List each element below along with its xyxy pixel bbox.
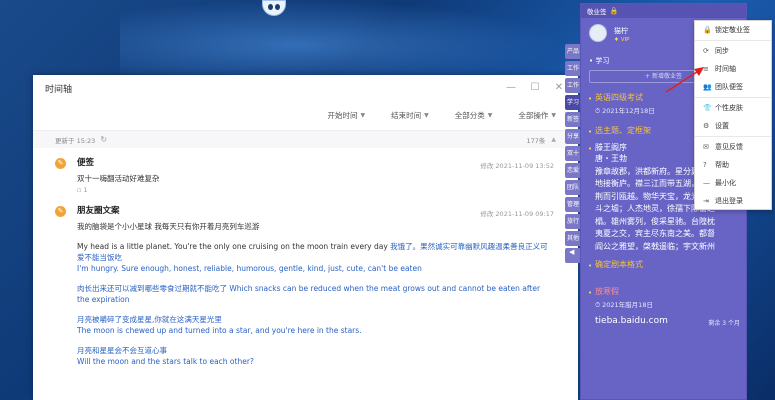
- category-tab[interactable]: 产品: [565, 44, 581, 59]
- note-body: 双十一嗨翻活动好难复杂: [77, 174, 160, 183]
- vip-badge: ♦ VIP: [614, 37, 630, 43]
- timeline-note[interactable]: ✎ 便签 修改 2021-11-09 13:52 双十一嗨翻活动好难复杂 ▫ 1: [33, 148, 578, 194]
- menu-divider: [695, 136, 771, 137]
- sticky-header[interactable]: 敬业签 🔒: [581, 4, 746, 18]
- timeline-filter-bar: 开始时间 ▼ 结束时间 ▼ 全部分类 ▼ 全部操作 ▼: [33, 101, 578, 131]
- avatar[interactable]: [589, 24, 607, 42]
- category-tabs: 产品 工作 工作 学习 新签 分享 双十 恋爱 团队 管理 旅行 其他 ◀: [565, 44, 581, 263]
- logout-icon: ⇥: [703, 197, 709, 205]
- mail-icon: ✉: [703, 143, 709, 151]
- category-tab[interactable]: 恋爱: [565, 163, 581, 178]
- shirt-icon: 👕: [703, 104, 712, 112]
- menu-item-logout[interactable]: ⇥ 退出登录: [695, 192, 771, 210]
- note-edit-icon: ✎: [55, 158, 66, 169]
- menu-item-lock[interactable]: 🔒 锁定敬业签: [695, 21, 771, 39]
- maximize-icon[interactable]: ☐: [528, 81, 542, 95]
- minimize-icon[interactable]: —: [504, 81, 518, 95]
- timeline-title: 时间轴: [45, 84, 73, 95]
- chevron-up-icon[interactable]: ▲: [551, 136, 556, 143]
- category-tab[interactable]: 工作: [565, 78, 581, 93]
- category-tab[interactable]: 工作: [565, 61, 581, 76]
- category-tab[interactable]: 其他: [565, 231, 581, 246]
- sticky-entry[interactable]: • 放寒假 ⏱ 2021年腊月18日: [581, 270, 746, 310]
- filter-end-time[interactable]: 结束时间 ▼: [391, 110, 429, 121]
- bullet-icon: •: [588, 262, 593, 270]
- poem-line: 阎公之雅望，棨戟遥临；宇文新州: [595, 241, 715, 251]
- menu-divider: [695, 40, 771, 41]
- app-name: 敬业签: [587, 8, 607, 16]
- note-edit-icon: ✎: [55, 206, 66, 217]
- username: 猫柠: [614, 27, 628, 35]
- filter-operation[interactable]: 全部操作 ▼: [518, 110, 556, 121]
- note-line: I'm hungry. Sure enough, honest, reliabl…: [77, 264, 422, 273]
- note-line: 月亮和星星会不会互道心事: [77, 346, 167, 355]
- menu-item-minimize[interactable]: — 最小化: [695, 174, 771, 192]
- category-tab[interactable]: 团队: [565, 180, 581, 195]
- bullet-icon: •: [588, 95, 593, 103]
- chevron-down-icon: ▼: [551, 112, 556, 119]
- sticky-menu: 🔒 锁定敬业签 ⟳ 同步 ≡ 时间轴 👥 团队便签 👕 个性皮肤 ⚙ 设置 ✉ 意见反馈 ? 帮…: [694, 20, 772, 210]
- bullet-icon: •: [588, 289, 593, 297]
- watermark: tieba.baidu.com: [595, 316, 668, 326]
- lock-icon[interactable]: 🔒: [610, 7, 619, 15]
- category-tab-active[interactable]: 学习: [565, 95, 581, 110]
- menu-item-sync[interactable]: ⟳ 同步: [695, 42, 771, 60]
- note-attachment-count: ▫ 1: [77, 186, 88, 194]
- note-line: 肉长出来还可以减到哪些零食过期就不能吃了 Which snacks can be…: [77, 284, 541, 304]
- category-tab[interactable]: 旅行: [565, 214, 581, 229]
- filter-start-time[interactable]: 开始时间 ▼: [328, 110, 366, 121]
- entry-title: 放寒假: [595, 287, 619, 296]
- category-tab[interactable]: 分享: [565, 129, 581, 144]
- poem-line: 榻。雄州雾列，俊采星驰。台隍枕: [595, 216, 715, 226]
- menu-item-team-notes[interactable]: 👥 团队便签: [695, 78, 771, 96]
- timeline-note[interactable]: ✎ 朋友圈文案 修改 2021-11-09 09:17 我的脑袋是个小小星球 我…: [33, 194, 578, 367]
- note-line: Will the moon and the stars talk to each…: [77, 357, 254, 366]
- minimize-icon: —: [703, 179, 710, 187]
- gear-icon: ⚙: [703, 122, 710, 130]
- menu-item-feedback[interactable]: ✉ 意见反馈: [695, 138, 771, 156]
- updated-time: 更新于 15:23: [55, 136, 96, 145]
- category-tab[interactable]: 管理: [565, 197, 581, 212]
- team-icon: 👥: [703, 83, 712, 91]
- note-line: My head is a little planet. You're the o…: [77, 242, 548, 262]
- help-icon: ?: [703, 161, 707, 169]
- note-time: 修改 2021-11-09 13:52: [480, 162, 554, 170]
- bullet-icon: •: [588, 128, 593, 136]
- filter-category[interactable]: 全部分类 ▼: [455, 110, 493, 121]
- timeline-window: 时间轴 — ☐ ✕ 开始时间 ▼ 结束时间 ▼ 全部分类 ▼ 全部操作 ▼ 更新于 15…: [33, 75, 578, 400]
- update-status-bar: 更新于 15:23 ↻ 177条 ▲: [33, 131, 578, 148]
- note-time: 修改 2021-11-09 09:17: [480, 210, 554, 218]
- category-tab[interactable]: 新签: [565, 112, 581, 127]
- menu-divider: [695, 97, 771, 98]
- lock-icon: 🔒: [703, 26, 712, 34]
- note-line: 我的脑袋是个小小星球 我每天只有你开着月亮列车巡游: [77, 222, 260, 231]
- chevron-down-icon: ▼: [487, 112, 493, 119]
- sticky-entry[interactable]: • 确定剧本格式: [581, 253, 746, 270]
- collapse-tabs-icon[interactable]: ◀: [565, 248, 581, 263]
- chevron-down-icon: ▼: [360, 112, 366, 119]
- category-tab[interactable]: 双十: [565, 146, 581, 161]
- timeline-titlebar[interactable]: 时间轴 — ☐ ✕: [33, 75, 578, 101]
- menu-item-settings[interactable]: ⚙ 设置: [695, 117, 771, 135]
- menu-item-skin[interactable]: 👕 个性皮肤: [695, 99, 771, 117]
- entry-title: 确定剧本格式: [595, 260, 643, 269]
- menu-item-timeline[interactable]: ≡ 时间轴: [695, 60, 771, 78]
- note-count: 177条: [526, 136, 546, 145]
- menu-item-help[interactable]: ? 帮助: [695, 156, 771, 174]
- refresh-icon[interactable]: ↻: [100, 135, 107, 144]
- chevron-down-icon: ▼: [424, 112, 429, 119]
- sync-icon: ⟳: [703, 47, 709, 55]
- close-icon[interactable]: ✕: [552, 81, 566, 95]
- note-line: 月亮被嚼碎了变成星星,你就在这满天星光里: [77, 315, 222, 324]
- poem-line: 夷夏之交，宾主尽东南之美。都督: [595, 229, 715, 238]
- list-icon: ≡: [703, 65, 709, 73]
- bullet-icon: •: [588, 145, 593, 153]
- entry-date: ⏱ 2021年腊月18日: [595, 301, 653, 309]
- note-line: The moon is chewed up and turned into a …: [77, 326, 362, 335]
